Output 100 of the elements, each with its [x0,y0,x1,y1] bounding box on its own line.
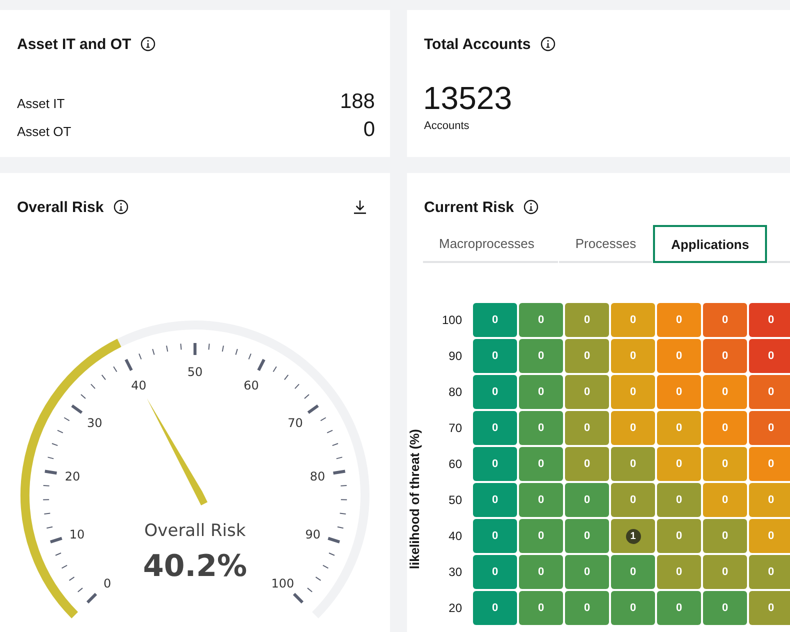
heatmap-cell[interactable]: 0 [703,591,747,625]
heatmap-cell[interactable]: 0 [565,555,609,589]
card-title: Asset IT and OT [17,36,132,52]
gauge-value: 40.2% [142,549,248,584]
scale-label: 10 [69,527,85,542]
card-title: Current Risk [424,198,514,216]
scale-label: 0 [104,576,112,591]
heatmap-cell[interactable]: 0 [565,375,609,409]
heatmap-cell[interactable]: 0 [703,483,747,517]
heatmap-cell[interactable]: 0 [657,411,701,445]
heatmap-cell[interactable]: 0 [565,519,609,553]
heatmap-cell[interactable]: 0 [611,411,655,445]
info-icon[interactable] [540,36,556,52]
row-label: 60 [448,457,463,471]
scale-label: 60 [244,378,259,393]
heatmap-cell[interactable]: 0 [565,483,609,517]
count-caption: Accounts [423,119,470,132]
heatmap-cell[interactable]: 0 [565,411,609,445]
heatmap-cell[interactable]: 0 [749,591,790,625]
heatmap-cell[interactable]: 0 [749,339,790,373]
heatmap-cell[interactable]: 0 [473,339,517,373]
heatmap-cell[interactable]: 0 [519,303,563,337]
card-title: Total Accounts [424,36,531,52]
card-title: Overall Risk [17,198,104,216]
heatmap-cell[interactable]: 0 [473,411,517,445]
heatmap-cell[interactable]: 0 [473,483,517,517]
axis-title: likelihood of threat (%) [407,428,422,570]
heatmap-cell[interactable]: 0 [611,303,655,337]
heatmap-cell[interactable]: 0 [749,303,790,337]
heatmap-cell[interactable]: 0 [749,411,790,445]
heatmap-cell[interactable]: 0 [611,339,655,373]
heatmap-cell[interactable]: 0 [749,375,790,409]
heatmap-cell[interactable]: 0 [565,339,609,373]
heatmap-cell[interactable]: 0 [611,375,655,409]
heatmap-cell[interactable]: 0 [519,447,563,481]
heatmap-cell[interactable]: 0 [519,555,563,589]
row-label: 40 [448,529,463,543]
tab[interactable]: Applications [653,225,768,263]
heatmap-cell[interactable]: 0 [749,519,790,553]
heatmap-cell[interactable]: 0 [657,447,701,481]
scale-label: 30 [87,416,102,430]
heatmap-cell[interactable]: 0 [611,555,655,589]
heatmap-cell[interactable]: 0 [519,519,563,553]
row-label: 80 [448,385,463,399]
heatmap-cell[interactable]: 0 [473,447,517,481]
row-label: 70 [448,421,463,435]
heatmap-cell[interactable]: 0 [473,555,517,589]
info-icon[interactable] [140,36,156,52]
heatmap-cell[interactable]: 0 [657,483,701,517]
heatmap-cell[interactable]: 0 [519,411,563,445]
account-count: 13523 [422,79,513,116]
scale-label: 100 [271,576,294,591]
scale-label: 80 [310,470,326,484]
gauge-label: Overall Risk [144,521,246,541]
info-icon[interactable] [523,199,540,215]
heatmap-cell[interactable]: 0 [703,375,747,409]
heatmap-cell[interactable]: 0 [703,555,747,589]
row-label: 90 [448,349,463,363]
heatmap-cell[interactable]: 0 [519,375,563,409]
heatmap-cell[interactable]: 0 [657,339,701,373]
heatmap-cell[interactable]: 0 [473,303,517,337]
scale-label: 20 [64,470,80,484]
heatmap-cell[interactable]: 0 [703,411,747,445]
info-icon[interactable] [112,199,129,215]
heatmap-cell[interactable]: 0 [703,447,747,481]
asset-label: Asset OT [17,124,72,139]
download-icon[interactable] [352,199,368,215]
heatmap-cell[interactable]: 0 [703,303,747,337]
asset-count: 188 [340,90,375,114]
heatmap-cell[interactable]: 0 [749,447,790,481]
heatmap-cell[interactable]: 0 [749,483,790,517]
row-label: 100 [440,313,463,327]
asset-count: 0 [363,118,375,142]
heatmap-cell[interactable]: 0 [611,591,655,625]
scale-label: 90 [305,527,321,542]
heatmap-cell[interactable]: 0 [565,591,609,625]
heatmap-cell[interactable]: 0 [657,519,701,553]
heatmap-cell[interactable]: 0 [565,303,609,337]
heatmap-cell[interactable]: 0 [749,555,790,589]
heatmap-cell[interactable]: 0 [519,339,563,373]
heatmap-cell[interactable]: 0 [657,303,701,337]
heatmap-cell[interactable]: 0 [473,519,517,553]
heatmap-cell[interactable]: 0 [473,375,517,409]
heatmap-cell[interactable]: 0 [473,591,517,625]
heatmap-cell[interactable]: 0 [611,483,655,517]
heatmap-cell[interactable]: 0 [703,339,747,373]
asset-label: Asset IT [17,96,65,111]
heatmap-cell[interactable]: 0 [657,375,701,409]
heatmap-cell[interactable]: 0 [519,483,563,517]
row-label: 50 [448,493,463,507]
heatmap-cell[interactable]: 0 [519,591,563,625]
heatmap-cell[interactable]: 0 [611,447,655,481]
row-label: 20 [448,601,463,615]
scale-label: 50 [187,365,203,379]
scale-label: 40 [131,378,146,393]
heatmap-cell[interactable]: 0 [657,555,701,589]
heatmap-cell[interactable]: 0 [703,519,747,553]
heatmap-cell[interactable]: 0 [565,447,609,481]
heatmap-cell[interactable]: 1 [611,519,655,553]
heatmap-cell[interactable]: 0 [657,591,701,625]
